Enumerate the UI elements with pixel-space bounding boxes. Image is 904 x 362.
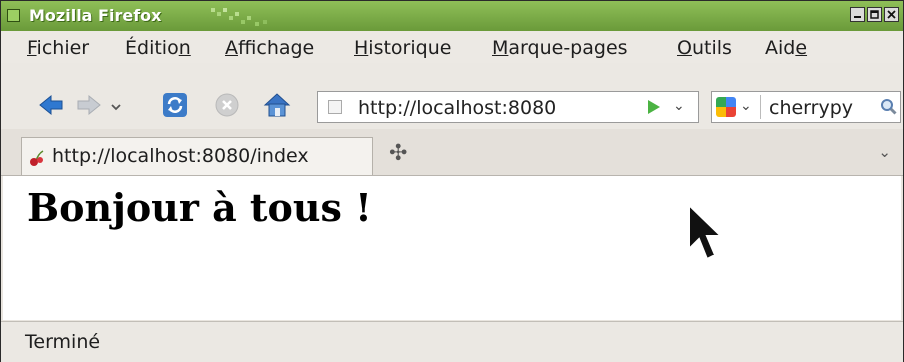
menu-text: ffichage xyxy=(238,37,315,59)
menu-historique[interactable]: Historique xyxy=(354,37,451,59)
stop-icon xyxy=(215,93,239,117)
tab-strip: http://localhost:8080/index ✣ ⌄ xyxy=(1,129,903,176)
menu-text: Aid xyxy=(765,37,796,59)
url-text: http://localhost:8080 xyxy=(358,97,557,119)
cherry-favicon-icon xyxy=(30,150,44,166)
menu-marque-pages[interactable]: Marque-pages xyxy=(492,37,628,59)
mouse-cursor-icon xyxy=(688,203,724,261)
search-separator xyxy=(760,95,761,119)
history-dropdown-button[interactable] xyxy=(107,93,125,121)
reload-button[interactable] xyxy=(161,91,189,119)
search-input[interactable]: cherrypy xyxy=(769,97,853,119)
menu-text: Éditio xyxy=(125,37,179,59)
forward-button[interactable] xyxy=(75,91,103,119)
menu-aide[interactable]: Aide xyxy=(765,37,807,59)
search-engine-dropdown-icon[interactable]: ⌄ xyxy=(740,98,752,114)
minimize-icon xyxy=(854,16,861,18)
menu-accel: n xyxy=(178,37,191,59)
menu-fichier[interactable]: Fichier xyxy=(27,37,89,59)
url-bar[interactable]: http://localhost:8080 ⌄ xyxy=(317,91,699,123)
reload-icon xyxy=(163,93,187,117)
tab-localhost-index[interactable]: http://localhost:8080/index xyxy=(21,137,373,175)
go-icon[interactable] xyxy=(648,100,660,114)
search-bar[interactable]: ⌄ cherrypy xyxy=(711,91,901,123)
page-content: Bonjour à tous ! xyxy=(3,176,901,320)
history-dropdown-icon xyxy=(111,104,121,111)
menu-accel: A xyxy=(225,37,238,59)
url-history-dropdown-icon[interactable]: ⌄ xyxy=(673,98,685,114)
tab-list-icon[interactable]: ⌄ xyxy=(878,143,891,161)
menu-text: utils xyxy=(691,37,732,59)
forward-icon xyxy=(77,94,101,116)
status-bar: Terminé xyxy=(1,321,903,362)
site-identity-icon[interactable] xyxy=(328,100,342,114)
status-text: Terminé xyxy=(25,331,101,353)
menu-accel: M xyxy=(492,37,509,59)
back-icon xyxy=(39,94,63,116)
close-button[interactable] xyxy=(884,7,899,22)
maximize-button[interactable] xyxy=(867,7,882,22)
back-button[interactable] xyxy=(37,91,65,119)
title-pattern-icon xyxy=(211,8,267,26)
menu-accel: e xyxy=(795,37,808,59)
menu-edition[interactable]: Édition xyxy=(125,37,191,59)
search-engine-icon[interactable] xyxy=(716,97,736,117)
menu-outils[interactable]: Outils xyxy=(677,37,732,59)
search-icon[interactable] xyxy=(880,98,897,115)
close-icon xyxy=(887,10,896,19)
menu-affichage[interactable]: Affichage xyxy=(225,37,314,59)
menu-accel: H xyxy=(354,37,369,59)
menu-accel: F xyxy=(27,37,37,59)
maximize-icon xyxy=(870,10,879,19)
menu-bar: Fichier Édition Affichage Historique Mar… xyxy=(1,31,903,63)
page-heading: Bonjour à tous ! xyxy=(27,185,372,230)
home-icon xyxy=(263,93,291,117)
stop-button[interactable] xyxy=(213,91,241,119)
menu-text: arque-pages xyxy=(508,37,628,59)
tab-label: http://localhost:8080/index xyxy=(52,145,309,167)
window-title: Mozilla Firefox xyxy=(29,6,162,25)
minimize-button[interactable] xyxy=(850,7,865,22)
home-button[interactable] xyxy=(263,91,291,119)
title-bar[interactable]: Mozilla Firefox xyxy=(1,1,903,32)
browser-window: Mozilla Firefox Fichier Édition Affichag… xyxy=(0,0,904,362)
menu-text: ichier xyxy=(36,37,90,59)
menu-accel: O xyxy=(677,37,692,59)
window-menu-icon[interactable] xyxy=(7,9,20,22)
menu-text: istorique xyxy=(368,37,452,59)
new-tab-icon[interactable]: ✣ xyxy=(389,141,407,166)
window-controls xyxy=(850,7,899,22)
